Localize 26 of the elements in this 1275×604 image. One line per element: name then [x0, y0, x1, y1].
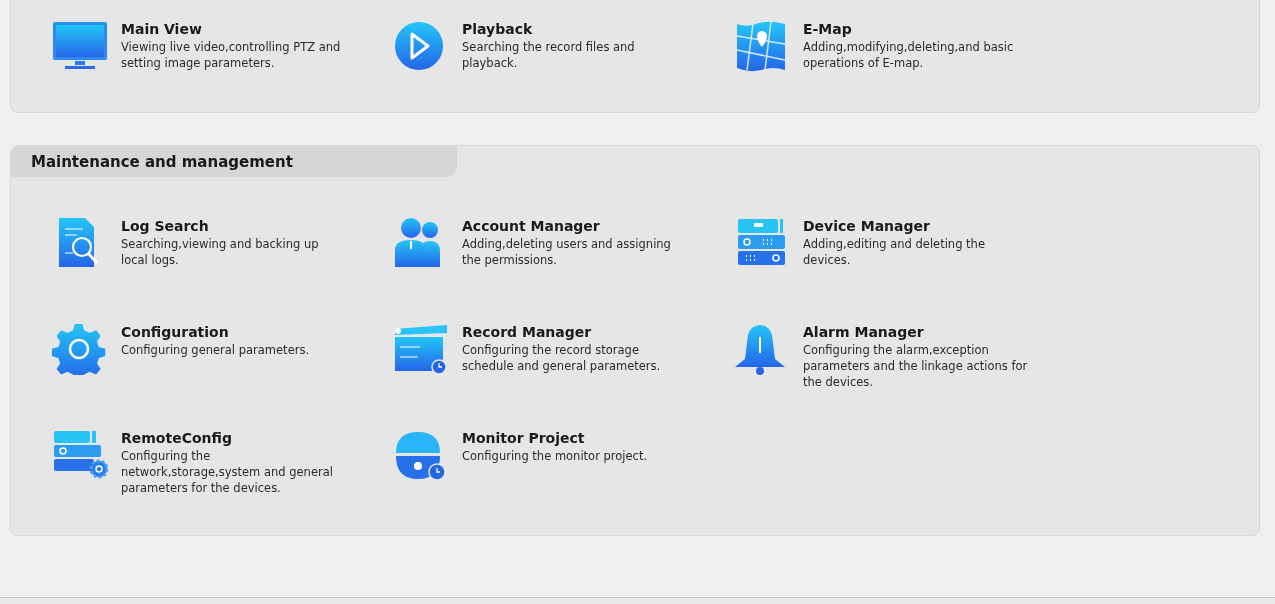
- module-description: Searching the record files and playback.: [462, 39, 635, 71]
- server-gear-icon: [51, 429, 109, 481]
- module-description: Viewing live video,controlling PTZ and setting image parameters.: [121, 39, 341, 71]
- module-title[interactable]: E-Map: [803, 21, 1014, 37]
- module-description: Adding,deleting users and assigning the permissions.: [462, 236, 671, 268]
- module-description: Configuring the network,storage,system and general parameters for the devices.: [121, 448, 333, 496]
- section-title: Maintenance and management: [31, 152, 293, 171]
- module-description: Searching,viewing and backing up local logs.: [121, 236, 319, 268]
- module-title[interactable]: RemoteConfig: [121, 430, 333, 446]
- module-title[interactable]: Record Manager: [462, 324, 661, 340]
- module-description: Adding,editing and deleting the devices.: [803, 236, 985, 268]
- module-description: Configuring the monitor project.: [462, 448, 648, 464]
- module-title[interactable]: Log Search: [121, 218, 319, 234]
- module-description: Configuring the record storage schedule and general parameters.: [462, 342, 661, 374]
- module-description: Configuring general parameters.: [121, 342, 310, 358]
- module-title[interactable]: Playback: [462, 21, 635, 37]
- module-title[interactable]: Main View: [121, 21, 341, 37]
- monitor-icon: [51, 20, 109, 72]
- module-title[interactable]: Alarm Manager: [803, 324, 1028, 340]
- clapperboard-icon: [392, 323, 450, 375]
- module-title[interactable]: Configuration: [121, 324, 310, 340]
- module-title[interactable]: Account Manager: [462, 218, 671, 234]
- module-title[interactable]: Device Manager: [803, 218, 985, 234]
- module-title[interactable]: Monitor Project: [462, 430, 648, 446]
- module-description: Adding,modifying,deleting,and basic operations of E-map.: [803, 39, 1014, 71]
- module-description: Configuring the alarm,exception parameters and the linkage actions for the devices.: [803, 342, 1028, 390]
